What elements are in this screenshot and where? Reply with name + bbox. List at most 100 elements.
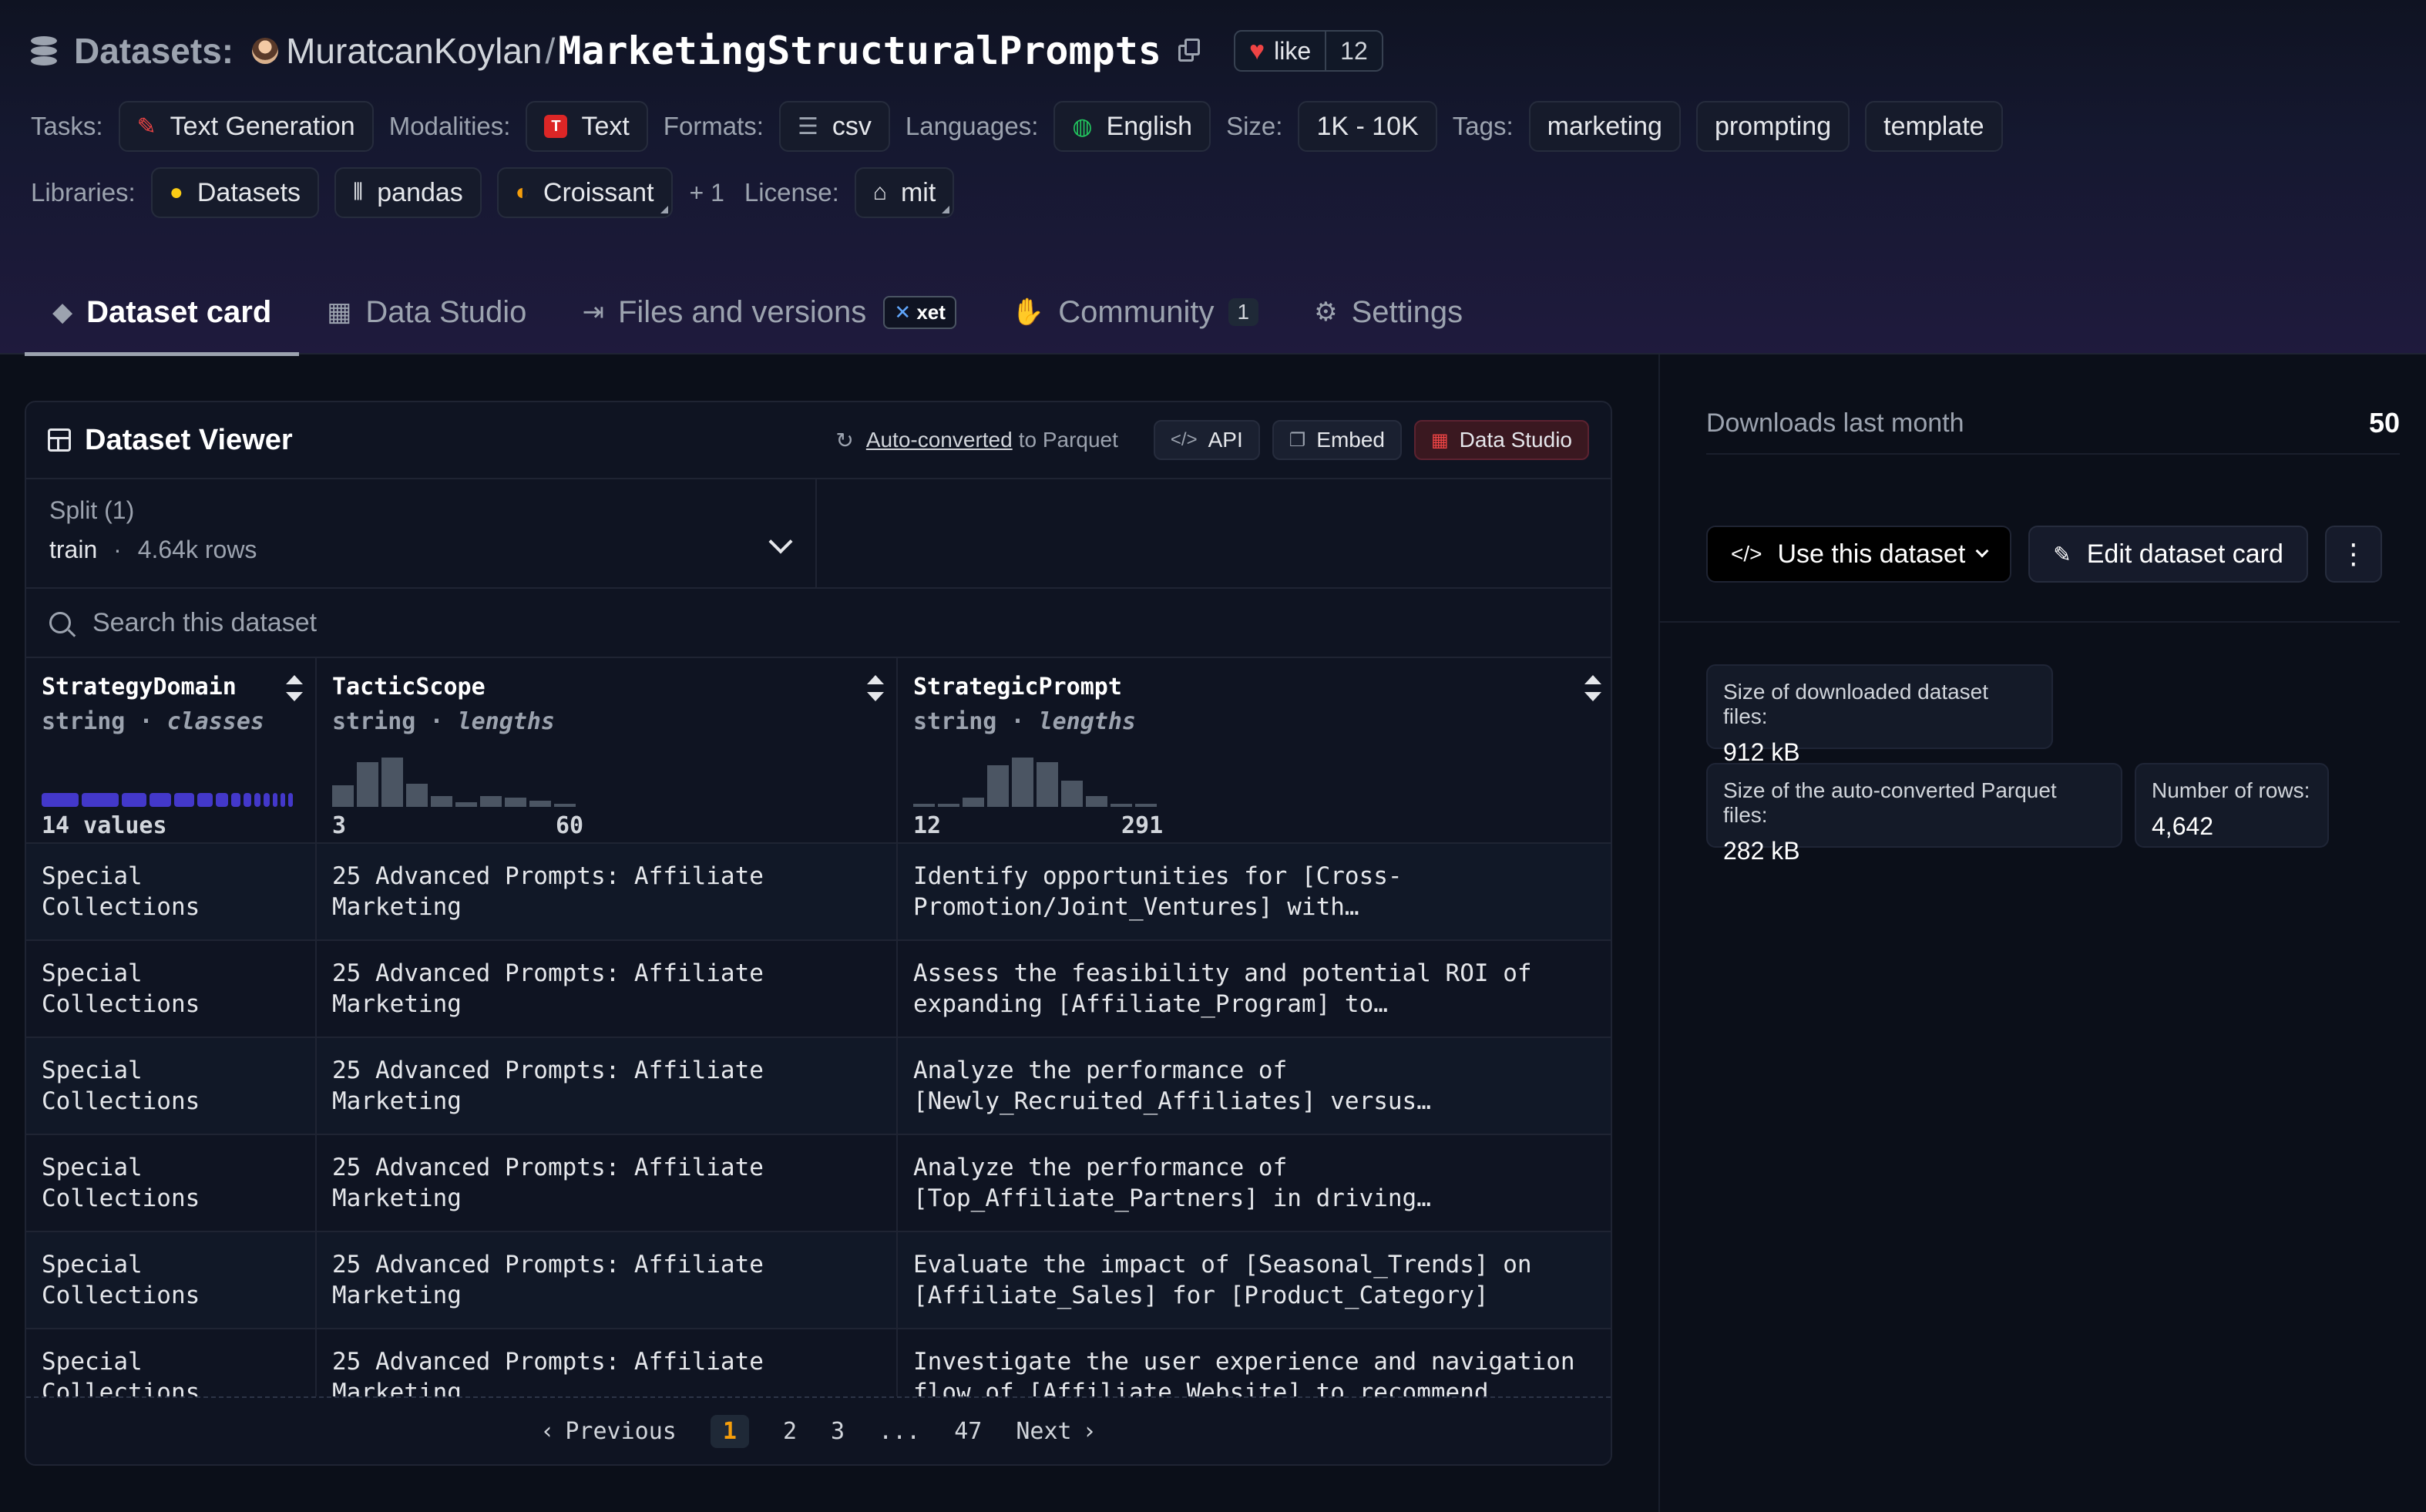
previous-page-button[interactable]: ‹ Previous — [540, 1418, 677, 1445]
column-header-strategydomain[interactable]: StrategyDomain string · classes 14 value… — [26, 658, 317, 844]
use-this-dataset-button[interactable]: </> Use this dataset — [1706, 526, 2012, 583]
task-chip[interactable]: ✎ Text Generation — [118, 101, 374, 152]
tab-settings[interactable]: ⚙ Settings — [1286, 270, 1490, 354]
page-2-button[interactable]: 2 — [783, 1418, 797, 1445]
repo-name[interactable]: MarketingStructuralPrompts — [558, 29, 1161, 73]
use-this-dataset-label: Use this dataset — [1777, 539, 1966, 569]
auto-converted-link[interactable]: Auto-converted — [866, 428, 1013, 452]
page-1-button[interactable]: 1 — [710, 1414, 749, 1448]
embed-button[interactable]: ❐ Embed — [1272, 420, 1402, 460]
like-button[interactable]: ♥ like 12 — [1233, 30, 1383, 72]
class-segment — [122, 793, 146, 807]
table-icon: ▦ — [1430, 429, 1449, 451]
tab-community[interactable]: ✋ Community 1 — [984, 270, 1286, 354]
format-chip[interactable]: ☰ csv — [778, 101, 890, 152]
xet-badge-label: xet — [916, 300, 946, 324]
cell-tacticscope[interactable]: 25 Advanced Prompts: Affiliate Marketing — [316, 1037, 898, 1135]
files-icon: ⇥ — [582, 297, 604, 327]
tab-files-and-versions[interactable]: ⇥ Files and versions ✕ xet — [554, 270, 983, 354]
class-segment — [42, 793, 79, 807]
size-parquet-label: Size of the auto-converted Parquet files… — [1723, 778, 2057, 827]
tab-data-studio[interactable]: ▦ Data Studio — [299, 270, 554, 354]
pandas-icon: ⦀ — [353, 180, 364, 205]
table-row[interactable]: Special Collections 25 Advanced Prompts:… — [26, 1134, 1611, 1232]
table-icon — [48, 428, 71, 452]
column-range: 3 60 — [332, 812, 583, 839]
column-type-sep: · — [1010, 708, 1025, 735]
column-type-name: string — [332, 708, 416, 735]
class-segment — [254, 793, 260, 807]
library-label: Croissant — [543, 177, 654, 207]
library-chip-pandas[interactable]: ⦀ pandas — [334, 167, 482, 218]
kebab-icon: ⋮ — [2339, 538, 2367, 570]
histogram-bar — [554, 804, 576, 807]
library-chip-datasets[interactable]: ● Datasets — [150, 167, 320, 218]
cell-tacticscope[interactable]: 25 Advanced Prompts: Affiliate Marketing — [316, 843, 898, 941]
table-row[interactable]: Special Collections 25 Advanced Prompts:… — [26, 1037, 1611, 1135]
sort-icon[interactable] — [286, 675, 303, 701]
sidebar-divider — [1658, 354, 1660, 1512]
column-type-sep: · — [139, 708, 153, 735]
size-chip[interactable]: 1K - 10K — [1298, 101, 1437, 152]
database-icon — [31, 36, 57, 66]
library-chip-croissant[interactable]: ◐ Croissant — [496, 167, 673, 218]
sort-icon[interactable] — [867, 675, 884, 701]
cell-strategydomain[interactable]: Special Collections — [26, 1037, 317, 1135]
format-label: csv — [832, 111, 872, 141]
size-parquet-value: 282 kB — [1723, 837, 1800, 865]
column-header-strategicprompt[interactable]: StrategicPrompt string · lengths 12 291 — [897, 658, 1611, 844]
tab-dataset-card[interactable]: ◆ Dataset card — [25, 270, 300, 356]
cell-tacticscope[interactable]: 25 Advanced Prompts: Affiliate Marketing — [316, 1134, 898, 1232]
bank-icon: ⌂ — [872, 180, 887, 205]
column-header-tacticscope[interactable]: TacticScope string · lengths 3 60 — [316, 658, 898, 844]
more-options-button[interactable]: ⋮ — [2324, 526, 2382, 583]
tag-chip-prompting[interactable]: prompting — [1695, 101, 1850, 152]
cell-strategydomain[interactable]: Special Collections — [26, 1134, 317, 1232]
page-ellipsis: ... — [879, 1417, 921, 1445]
downloads-value: 50 — [2368, 407, 2400, 438]
libraries-more[interactable]: + 1 — [690, 179, 724, 207]
tag-chip-marketing[interactable]: marketing — [1528, 101, 1681, 152]
page-47-button[interactable]: 47 — [954, 1418, 982, 1445]
sort-icon[interactable] — [1584, 675, 1601, 701]
table-row[interactable]: Special Collections 25 Advanced Prompts:… — [26, 843, 1611, 941]
size-label: Size: — [1226, 112, 1283, 140]
next-page-button[interactable]: Next › — [1016, 1418, 1096, 1445]
tab-label: Files and versions — [617, 294, 867, 329]
edit-dataset-card-button[interactable]: ✎ Edit dataset card — [2028, 526, 2308, 583]
cell-tacticscope[interactable]: 25 Advanced Prompts: Affiliate Marketing — [316, 1231, 898, 1329]
class-segment — [231, 793, 240, 807]
owner-link[interactable]: MuratcanKoylan — [286, 30, 542, 72]
cell-strategicprompt[interactable]: Analyze the performance of [Newly_Recrui… — [897, 1037, 1611, 1135]
range-max: 60 — [556, 812, 584, 839]
data-studio-button[interactable]: ▦ Data Studio — [1413, 420, 1589, 460]
column-stat-kind: classes — [166, 708, 264, 735]
size-downloaded-label: Size of downloaded dataset files: — [1723, 680, 1989, 728]
cell-strategicprompt[interactable]: Evaluate the impact of [Seasonal_Trends]… — [897, 1231, 1611, 1329]
cell-strategydomain[interactable]: Special Collections — [26, 1231, 317, 1329]
modality-chip[interactable]: T Text — [526, 101, 648, 152]
number-of-rows-label: Number of rows: — [2152, 778, 2310, 802]
cell-strategydomain[interactable]: Special Collections — [26, 940, 317, 1038]
cell-strategydomain[interactable]: Special Collections — [26, 843, 317, 941]
api-button[interactable]: </> API — [1153, 420, 1260, 460]
cell-strategicprompt[interactable]: Analyze the performance of [Top_Affiliat… — [897, 1134, 1611, 1232]
column-type: string · classes — [42, 708, 300, 735]
cell-tacticscope[interactable]: 25 Advanced Prompts: Affiliate Marketing — [316, 940, 898, 1038]
range-max: 291 — [1121, 812, 1164, 839]
length-histogram — [332, 753, 579, 807]
section-label[interactable]: Datasets: — [74, 30, 234, 72]
cell-strategicprompt[interactable]: Identify opportunities for [Cross-Promot… — [897, 843, 1611, 941]
table-row[interactable]: Special Collections 25 Advanced Prompts:… — [26, 940, 1611, 1038]
edit-dataset-card-label: Edit dataset card — [2086, 539, 2283, 569]
tab-label: Data Studio — [365, 294, 527, 329]
split-selector[interactable]: Split (1) train · 4.64k rows — [26, 479, 817, 587]
copy-icon[interactable] — [1178, 39, 1201, 63]
page-3-button[interactable]: 3 — [831, 1418, 845, 1445]
language-chip[interactable]: ◍ English — [1053, 101, 1211, 152]
license-chip[interactable]: ⌂ mit — [854, 167, 955, 218]
tag-chip-template[interactable]: template — [1865, 101, 2003, 152]
search-input[interactable] — [92, 607, 786, 638]
cell-strategicprompt[interactable]: Assess the feasibility and potential ROI… — [897, 940, 1611, 1038]
table-row[interactable]: Special Collections 25 Advanced Prompts:… — [26, 1231, 1611, 1329]
